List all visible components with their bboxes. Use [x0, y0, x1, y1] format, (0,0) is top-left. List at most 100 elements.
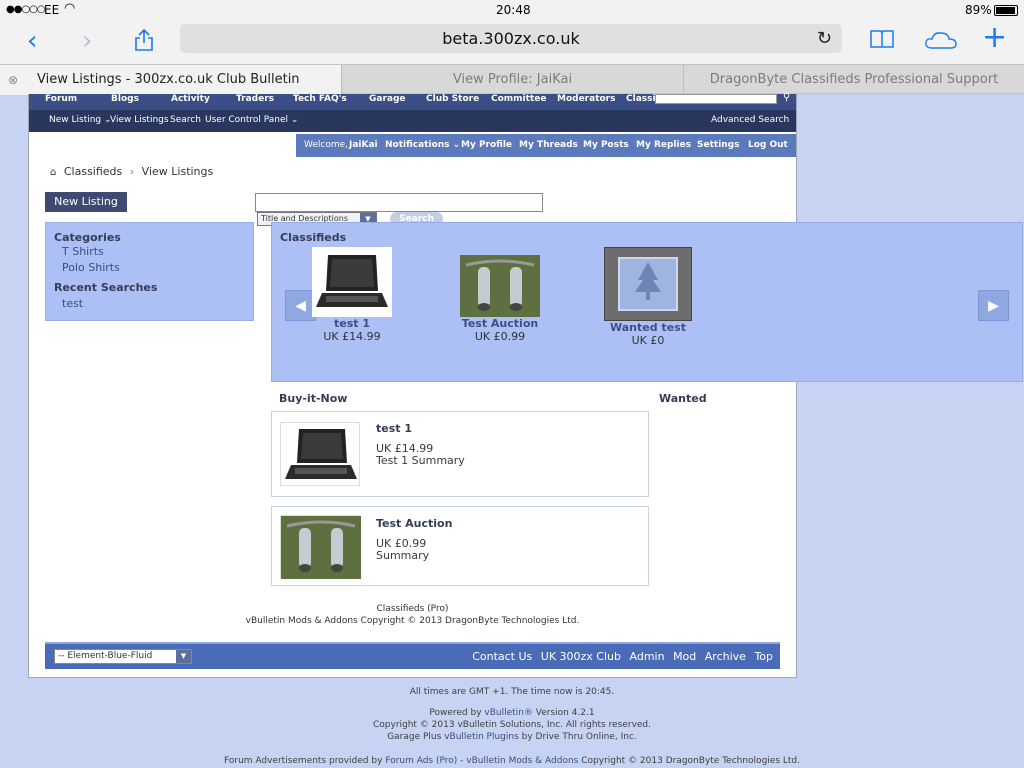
carousel-item-price: UK £0: [631, 334, 665, 347]
my-threads-link[interactable]: My Threads: [519, 140, 578, 150]
listing-card[interactable]: test 1 UK £14.99 Test 1 Summary: [271, 411, 649, 497]
listing-title[interactable]: Test Auction: [376, 517, 452, 530]
welcome-label: Welcome,: [304, 140, 349, 150]
nav-traders[interactable]: Traders: [236, 94, 274, 104]
subnav-user-control-panel[interactable]: User Control Panel ⌄: [205, 115, 298, 125]
subnav-search[interactable]: Search: [170, 115, 201, 125]
tab-label: DragonByte Classifieds Professional Supp…: [709, 72, 999, 87]
carousel-item-price: UK £0.99: [474, 330, 526, 343]
nav-garage[interactable]: Garage: [369, 94, 406, 104]
listing-summary: Test 1 Summary: [376, 454, 465, 467]
recent-searches-heading: Recent Searches: [54, 281, 158, 294]
my-replies-link[interactable]: My Replies: [636, 140, 691, 150]
credits-line-2: vBulletin Mods & Addons Copyright © 2013…: [245, 616, 580, 626]
exhaust-image: [280, 515, 361, 579]
tab-classifieds-support[interactable]: DragonByte Classifieds Professional Supp…: [683, 65, 1024, 95]
listing-title[interactable]: test 1: [376, 422, 412, 435]
dropdown-arrow-icon: ▼: [176, 650, 191, 663]
tab-label: View Profile: JaiKai: [452, 72, 573, 87]
buy-it-now-heading: Buy-it-Now: [279, 392, 348, 405]
tab-view-listings[interactable]: ⊗ View Listings - 300zx.co.uk Club Bulle…: [0, 65, 341, 117]
listing-summary: Summary: [376, 549, 430, 562]
category-polo-shirts[interactable]: Polo Shirts: [62, 261, 120, 274]
address-bar[interactable]: beta.300zx.co.uk ↻: [180, 24, 842, 53]
my-posts-link[interactable]: My Posts: [583, 140, 629, 150]
mod-link[interactable]: Mod: [673, 650, 696, 663]
laptop-image: [280, 422, 360, 486]
admin-link[interactable]: Admin: [630, 650, 665, 663]
forward-icon[interactable]: ›: [82, 28, 92, 54]
style-select-label: -- Element-Blue-Fluid: [58, 651, 153, 661]
carousel-item[interactable]: test 1 UK £14.99: [282, 247, 422, 343]
footer-links: Contact Us UK 300zx Club Admin Mod Archi…: [472, 650, 773, 663]
garage-plus-credit: Garage Plus vBulletin Plugins by Drive T…: [387, 732, 637, 742]
new-listing-button[interactable]: New Listing: [45, 192, 127, 212]
placeholder-image-icon: [604, 247, 692, 321]
log-out-link[interactable]: Log Out: [748, 140, 788, 150]
chevron-right-icon: ›: [129, 165, 135, 178]
home-site-link[interactable]: UK 300zx Club: [541, 650, 621, 663]
search-icon[interactable]: ⚲: [783, 92, 790, 103]
nav-moderators[interactable]: Moderators: [557, 94, 615, 104]
tab-view-profile[interactable]: View Profile: JaiKai: [341, 65, 683, 95]
new-tab-icon[interactable]: +: [982, 23, 1007, 53]
my-profile-link[interactable]: My Profile: [461, 140, 512, 150]
home-icon[interactable]: ⌂: [50, 167, 56, 178]
reload-icon[interactable]: ↻: [817, 24, 832, 53]
top-link[interactable]: Top: [754, 650, 773, 663]
nav-blogs[interactable]: Blogs: [111, 94, 139, 104]
nav-activity[interactable]: Activity: [171, 94, 210, 104]
carousel-item-title[interactable]: test 1: [282, 317, 422, 330]
notifications-menu[interactable]: Notifications ⌄: [385, 140, 460, 150]
credits-line-1: Classifieds (Pro): [376, 604, 449, 614]
contact-us-link[interactable]: Contact Us: [472, 650, 532, 663]
back-icon[interactable]: ‹: [27, 28, 37, 54]
carousel-item-title[interactable]: Wanted test: [578, 321, 718, 334]
user-bar: Welcome, JaiKai Notifications ⌄ My Profi…: [296, 134, 796, 157]
icloud-tabs-icon[interactable]: [924, 30, 958, 52]
close-tab-icon[interactable]: ⊗: [8, 65, 18, 95]
carousel-next-icon[interactable]: ▶: [978, 290, 1009, 321]
nav-club-store[interactable]: Club Store: [426, 94, 479, 104]
search-input[interactable]: [255, 193, 543, 212]
carousel-item[interactable]: Wanted test UK £0: [578, 247, 718, 347]
vbulletin-link[interactable]: vBulletin®: [484, 708, 532, 718]
carousel-item-title[interactable]: Test Auction: [430, 317, 570, 330]
clock: 20:48: [496, 3, 531, 17]
share-icon[interactable]: [134, 28, 154, 51]
wanted-heading: Wanted: [659, 392, 707, 405]
breadcrumb-classifieds[interactable]: Classifieds: [64, 165, 122, 178]
footer-info: All times are GMT +1. The time now is 20…: [0, 686, 1024, 767]
nav-tech-faqs[interactable]: Tech FAQ's: [293, 94, 347, 104]
settings-link[interactable]: Settings: [697, 140, 739, 150]
ads-credit: Forum Advertisements provided by Forum A…: [224, 756, 800, 766]
battery-icon: [994, 5, 1018, 16]
nav-classifieds[interactable]: Classi: [626, 94, 656, 104]
listing-card[interactable]: Test Auction UK £0.99 Summary: [271, 506, 649, 586]
quick-search-input[interactable]: [655, 94, 777, 104]
breadcrumb-current: View Listings: [141, 165, 214, 178]
nav-forum[interactable]: Forum: [45, 94, 77, 104]
subnav-new-listing[interactable]: New Listing ⌄: [49, 115, 112, 125]
subnav-view-listings[interactable]: View Listings: [110, 115, 169, 125]
time-now: 20:45: [585, 687, 612, 697]
vbulletin-mods-link[interactable]: vBulletin Mods & Addons: [466, 756, 578, 766]
style-select[interactable]: -- Element-Blue-Fluid ▼: [54, 649, 192, 664]
exhaust-image: [460, 255, 540, 317]
status-bar: ●●○○○ EE ◠ 20:48 89%: [0, 0, 1024, 22]
forum-ads-link[interactable]: Forum Ads (Pro): [385, 756, 457, 766]
carousel-item[interactable]: Test Auction UK £0.99: [430, 255, 570, 343]
tab-bar: ⊗ View Listings - 300zx.co.uk Club Bulle…: [0, 64, 1024, 117]
recent-search-item[interactable]: test: [62, 297, 83, 310]
vbulletin-copyright: Copyright © 2013 vBulletin Solutions, In…: [372, 720, 652, 730]
category-t-shirts[interactable]: T Shirts: [62, 245, 104, 258]
url-text: beta.300zx.co.uk: [442, 29, 580, 48]
carousel-title: Classifieds: [280, 231, 347, 244]
advanced-search-link[interactable]: Advanced Search: [711, 115, 789, 125]
wifi-icon: ◠: [64, 1, 76, 16]
vbulletin-plugins-link[interactable]: vBulletin Plugins: [444, 732, 519, 742]
nav-committee[interactable]: Committee: [491, 94, 546, 104]
bookmarks-icon[interactable]: [869, 28, 895, 50]
archive-link[interactable]: Archive: [705, 650, 746, 663]
username-link[interactable]: JaiKai: [349, 140, 378, 150]
